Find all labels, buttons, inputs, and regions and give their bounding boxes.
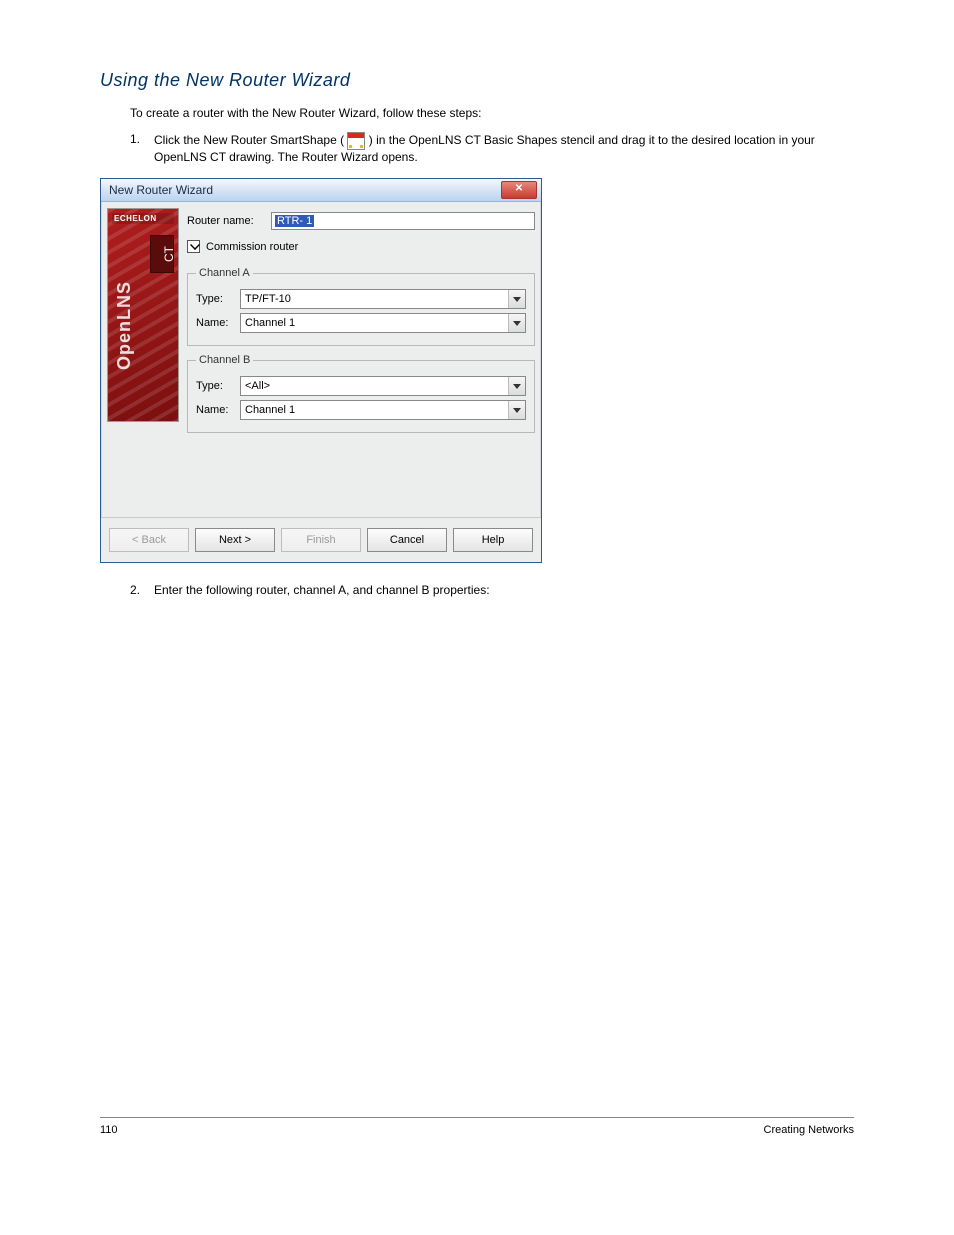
chevron-down-icon[interactable] bbox=[508, 290, 525, 308]
channel-a-name-label: Name: bbox=[196, 317, 240, 329]
section-heading: Using the New Router Wizard bbox=[100, 70, 854, 91]
channel-b-type-select[interactable]: <All> bbox=[240, 376, 526, 396]
sidebar-brand-text: ECHELON bbox=[112, 213, 174, 224]
close-button[interactable]: ✕ bbox=[501, 181, 537, 199]
channel-a-name-select[interactable]: Channel 1 bbox=[240, 313, 526, 333]
commission-router-checkbox[interactable] bbox=[187, 240, 200, 253]
chevron-down-icon[interactable] bbox=[508, 314, 525, 332]
chevron-down-icon[interactable] bbox=[508, 377, 525, 395]
channel-b-group: Channel B Type: <All> Name: Channel 1 bbox=[187, 354, 535, 433]
router-name-input[interactable]: RTR- 1 bbox=[271, 212, 535, 230]
next-button[interactable]: Next > bbox=[195, 528, 275, 552]
help-button[interactable]: Help bbox=[453, 528, 533, 552]
dialog-titlebar: New Router Wizard ✕ bbox=[101, 179, 541, 202]
chevron-down-icon[interactable] bbox=[508, 401, 525, 419]
channel-b-name-select[interactable]: Channel 1 bbox=[240, 400, 526, 420]
channel-a-type-value: TP/FT-10 bbox=[241, 290, 508, 308]
page-number: 110 bbox=[100, 1124, 118, 1136]
cancel-button[interactable]: Cancel bbox=[367, 528, 447, 552]
commission-router-label: Commission router bbox=[206, 241, 298, 253]
channel-a-group: Channel A Type: TP/FT-10 Name: Channel bbox=[187, 267, 535, 346]
channel-a-legend: Channel A bbox=[196, 267, 253, 279]
dialog-sidebar-graphic: ECHELON CT OpenLNS bbox=[107, 208, 179, 422]
step-2-text: Enter the following router, channel A, a… bbox=[154, 583, 854, 597]
channel-b-name-value: Channel 1 bbox=[241, 401, 508, 419]
step-1-text: Click the New Router SmartShape ( ) in t… bbox=[154, 132, 854, 164]
channel-b-name-label: Name: bbox=[196, 404, 240, 416]
intro-text: To create a router with the New Router W… bbox=[130, 105, 854, 122]
router-name-value: RTR- 1 bbox=[275, 215, 314, 227]
sidebar-ct-badge: CT bbox=[150, 235, 174, 273]
back-button: < Back bbox=[109, 528, 189, 552]
channel-a-type-select[interactable]: TP/FT-10 bbox=[240, 289, 526, 309]
channel-b-legend: Channel B bbox=[196, 354, 253, 366]
step-1-number: 1. bbox=[130, 132, 146, 146]
sidebar-product-text: OpenLNS bbox=[114, 281, 135, 370]
channel-a-type-label: Type: bbox=[196, 293, 240, 305]
step-2-number: 2. bbox=[130, 583, 146, 597]
router-name-label: Router name: bbox=[187, 215, 271, 227]
channel-b-type-value: <All> bbox=[241, 377, 508, 395]
dialog-title: New Router Wizard bbox=[109, 183, 213, 197]
router-smartshape-icon bbox=[347, 132, 365, 150]
finish-button: Finish bbox=[281, 528, 361, 552]
new-router-wizard-dialog: New Router Wizard ✕ ECHELON CT OpenLNS R… bbox=[100, 178, 542, 563]
dialog-footer: < Back Next > Finish Cancel Help bbox=[101, 517, 541, 562]
channel-b-type-label: Type: bbox=[196, 380, 240, 392]
footer-section-title: Creating Networks bbox=[764, 1124, 854, 1136]
step-1-text-before: Click the New Router SmartShape ( bbox=[154, 134, 344, 148]
page-footer: 110 Creating Networks bbox=[100, 1117, 854, 1136]
channel-a-name-value: Channel 1 bbox=[241, 314, 508, 332]
